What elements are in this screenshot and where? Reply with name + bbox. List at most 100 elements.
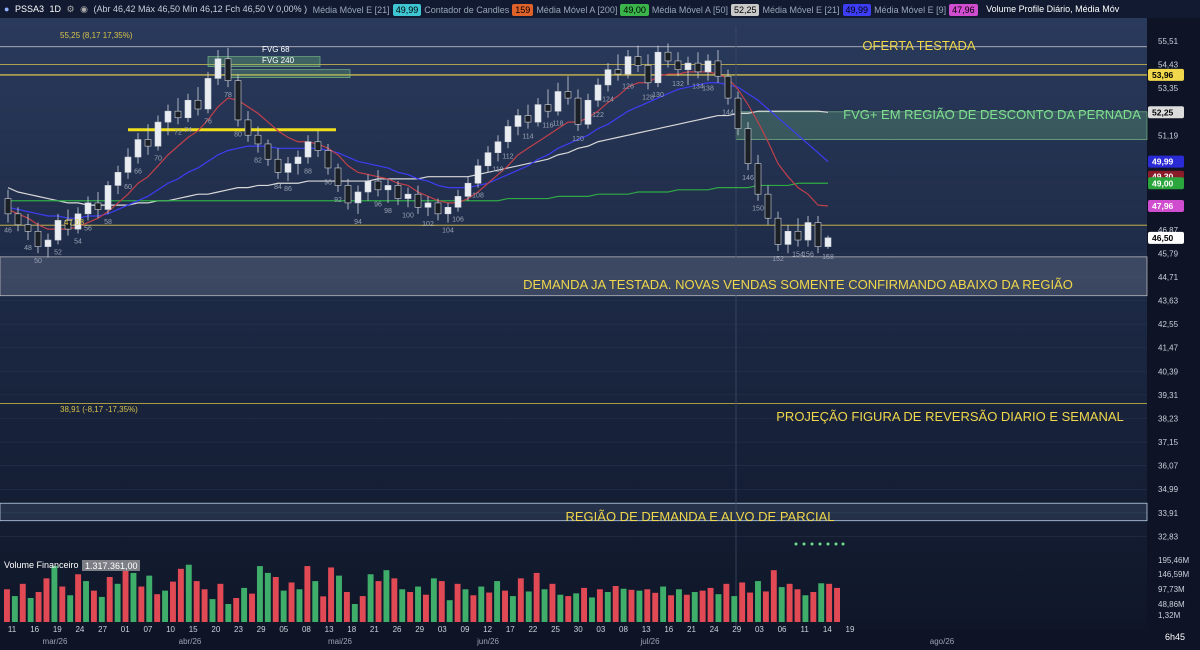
volume-bar: [525, 591, 532, 622]
volume-bar: [225, 604, 232, 622]
month-label: jul/26: [639, 637, 660, 646]
candle-body: [504, 126, 512, 143]
indicator-value: 47,96: [949, 3, 978, 16]
candle-body: [654, 51, 662, 84]
volume-bar: [185, 564, 192, 622]
candle-body: [164, 110, 172, 123]
date-tick: 01: [121, 625, 130, 634]
price-chart[interactable]: 46 4850 52 5456 58 60 66 70 72 74 76 78 80 82 84 86 88 90…: [0, 0, 1200, 650]
volume-bar: [351, 604, 358, 622]
volume-bar: [90, 590, 97, 622]
count-label: 82: [254, 158, 262, 165]
volume-bar: [162, 590, 169, 622]
volume-bar: [280, 590, 287, 622]
volume-bar: [533, 572, 540, 622]
settings-icon[interactable]: ⚙: [67, 0, 75, 18]
candle-body: [724, 75, 732, 99]
price-tick: 34,99: [1158, 485, 1179, 494]
count-label: 124: [602, 97, 614, 104]
volume-bar: [470, 595, 477, 622]
indicator-label: Média Móvel A [200]: [536, 4, 618, 15]
symbol-label[interactable]: PSSA3: [15, 0, 44, 18]
candle-body: [14, 213, 22, 226]
date-tick: 06: [778, 625, 787, 634]
volume-bar: [336, 575, 342, 622]
volume-bar: [517, 578, 524, 622]
count-label: 54: [74, 238, 82, 245]
indicator-label: Contador de Candles: [424, 4, 510, 15]
candle-body: [444, 206, 452, 215]
count-label: 74: [184, 127, 192, 134]
candle-body: [314, 141, 322, 151]
candle-body: [374, 180, 382, 191]
candle-body: [814, 222, 822, 247]
candle-body: [754, 163, 762, 195]
volume-bar: [628, 589, 635, 622]
volume-bar: [328, 567, 335, 622]
timeframe-label[interactable]: 1D: [50, 0, 62, 18]
date-tick: 30: [574, 625, 583, 634]
count-label: 156: [802, 252, 814, 259]
volume-bar: [407, 592, 414, 622]
date-tick: 19: [53, 625, 62, 634]
volume-bar: [249, 593, 255, 622]
candle-body: [494, 141, 502, 153]
candle-body: [154, 121, 162, 147]
price-tick: 53,35: [1158, 84, 1179, 93]
candle-body: [574, 97, 582, 125]
date-tick: 26: [393, 625, 402, 634]
candle-body: [104, 185, 112, 210]
volume-bar: [383, 570, 390, 622]
price-tick: 33,91: [1158, 509, 1179, 518]
indicator-label: Média Móvel E [21]: [762, 4, 840, 15]
volume-bar: [818, 583, 825, 622]
volume-tick: 48,86M: [1158, 600, 1185, 609]
candle-body: [614, 69, 622, 75]
volume-bar: [19, 583, 26, 622]
volume-bar: [130, 572, 137, 622]
volume-bar: [462, 589, 469, 622]
volume-bar: [660, 586, 667, 622]
candle-body: [404, 193, 412, 199]
candle-body: [764, 193, 772, 219]
candle-body: [4, 198, 12, 215]
candle-body: [114, 172, 122, 186]
fvg68-label: FVG 68: [262, 45, 290, 54]
volume-bar: [367, 574, 374, 622]
volume-bar: [399, 589, 406, 622]
volume-bar: [272, 577, 279, 622]
candle-body: [784, 231, 792, 245]
date-tick: 20: [211, 625, 220, 634]
volume-bar: [604, 592, 611, 622]
volume-bar: [304, 566, 311, 622]
volume-bar: [636, 590, 643, 622]
volume-bar: [699, 590, 706, 622]
volume-tick: 97,73M: [1158, 585, 1185, 594]
candle-body: [694, 62, 702, 73]
ohlc-readout: (Abr 46,42 Máx 46,50 Mín 46,12 Fch 46,50…: [93, 4, 308, 15]
date-tick: 03: [755, 625, 764, 634]
price-tick: 43,63: [1158, 297, 1179, 306]
symbol-icon: ●: [4, 4, 10, 15]
candle-body: [184, 99, 192, 119]
volume-bar: [51, 566, 58, 622]
volume-bar: [320, 596, 327, 622]
count-label: 72: [174, 129, 182, 136]
candle-body: [514, 115, 522, 127]
volume-bar: [691, 592, 698, 622]
count-label: 102: [422, 221, 434, 228]
volume-bar: [644, 589, 651, 622]
month-label: jun/26: [476, 637, 499, 646]
count-label: 114: [522, 134, 533, 141]
volume-bar: [549, 583, 556, 622]
candle-body: [334, 167, 342, 186]
volume-bar: [620, 588, 627, 622]
price-tick: 36,07: [1158, 462, 1179, 471]
volume-bar: [486, 592, 493, 622]
count-label: 80: [234, 131, 242, 138]
count-label: 96: [374, 201, 382, 208]
visibility-icon[interactable]: ◉: [80, 0, 88, 18]
volume-bar: [802, 595, 809, 622]
date-tick: 18: [347, 625, 356, 634]
volume-bar: [114, 583, 121, 622]
